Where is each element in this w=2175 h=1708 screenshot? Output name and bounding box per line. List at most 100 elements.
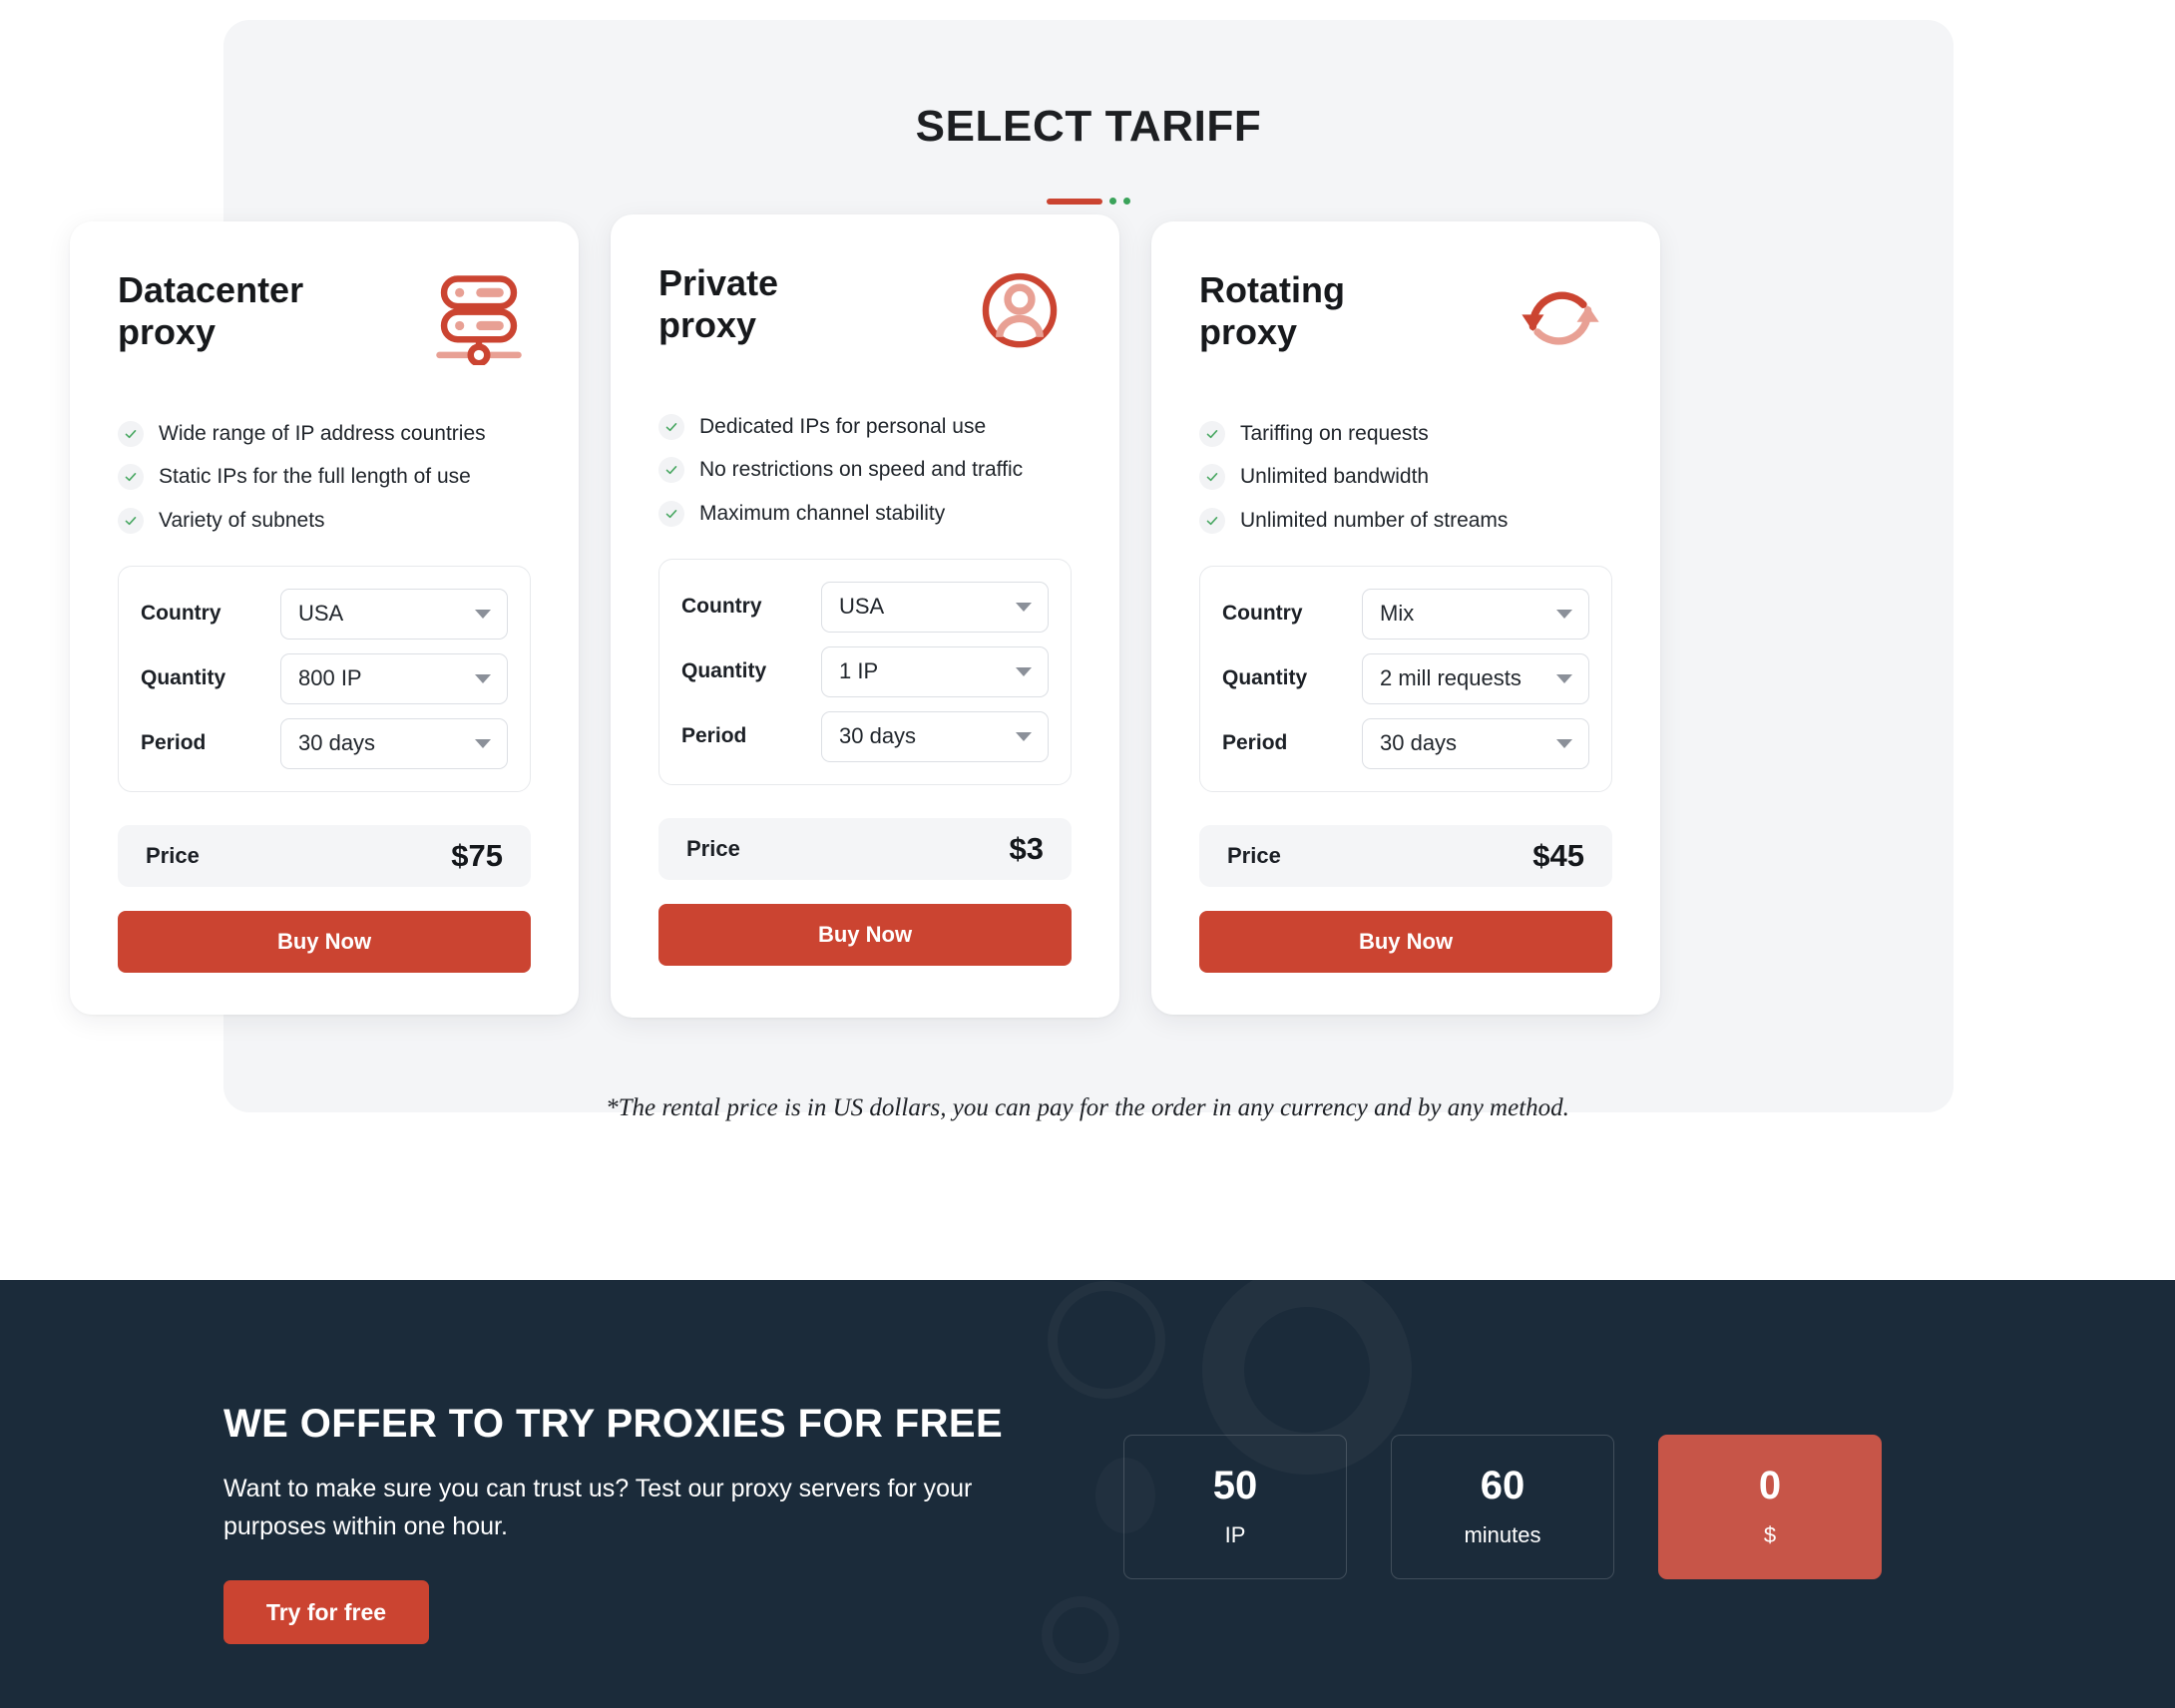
buy-now-button[interactable]: Buy Now	[658, 903, 1072, 966]
stat-unit: minutes	[1464, 1522, 1541, 1547]
feature-label: Static IPs for the full length of use	[159, 465, 471, 489]
tariff-card-rotating[interactable]: Rotating proxy Tariffing on requests Unl…	[1151, 221, 1660, 1015]
price-value: $45	[1532, 837, 1584, 873]
config-panel: Country USA Quantity 1 IP Period 30 days	[658, 558, 1072, 785]
feature-item: No restrictions on speed and traffic	[658, 457, 1072, 484]
feature-item: Static IPs for the full length of use	[118, 464, 531, 491]
country-select-value: Mix	[1380, 601, 1415, 627]
card-header: Private proxy	[658, 262, 1072, 380]
chevron-down-icon	[1556, 738, 1572, 748]
price-value: $75	[451, 837, 503, 873]
feature-label: Maximum channel stability	[699, 501, 946, 525]
feature-item: Dedicated IPs for personal use	[658, 414, 1072, 441]
config-panel: Country USA Quantity 800 IP Period 30 da…	[118, 565, 531, 792]
chevron-down-icon	[1016, 602, 1032, 612]
buy-now-button[interactable]: Buy Now	[1199, 910, 1612, 973]
feature-item: Tariffing on requests	[1199, 421, 1612, 448]
feature-list: Tariffing on requests Unlimited bandwidt…	[1199, 421, 1612, 534]
check-icon	[1199, 421, 1225, 448]
country-select[interactable]: USA	[821, 581, 1049, 633]
card-title: Rotating proxy	[1199, 269, 1345, 353]
stat-unit: $	[1763, 1522, 1777, 1547]
stat-value: 0	[1758, 1464, 1782, 1507]
period-select[interactable]: 30 days	[280, 717, 508, 769]
user-circle-icon	[968, 266, 1072, 358]
period-select[interactable]: 30 days	[1362, 717, 1589, 769]
page-root: SELECT TARIFF Datacenter proxy Wide rang…	[0, 0, 2175, 1708]
config-row-period: Period 30 days	[141, 717, 508, 769]
check-icon	[658, 500, 684, 527]
config-label: Quantity	[1222, 666, 1308, 690]
country-select[interactable]: Mix	[1362, 588, 1589, 640]
page-title: SELECT TARIFF	[915, 102, 1262, 151]
divider-dot-1	[1109, 198, 1116, 205]
feature-label: Wide range of IP address countries	[159, 422, 486, 445]
free-trial-section: WE OFFER TO TRY PROXIES FOR FREE Want to…	[0, 1280, 2175, 1708]
free-trial-title: WE OFFER TO TRY PROXIES FOR FREE	[223, 1402, 1004, 1446]
divider-dash	[1047, 198, 1102, 205]
stat-value: 50	[1212, 1464, 1258, 1507]
price-row: Price $75	[118, 824, 531, 887]
decorative-ring-small	[1042, 1596, 1119, 1674]
quantity-select[interactable]: 800 IP	[280, 652, 508, 704]
tariff-card-list: Datacenter proxy Wide range of IP addres…	[70, 214, 1660, 1018]
quantity-select-value: 2 mill requests	[1380, 665, 1522, 691]
country-select-value: USA	[298, 601, 344, 627]
stat-box-ip: 50 IP	[1123, 1435, 1347, 1579]
config-label: Period	[681, 724, 747, 748]
price-label: Price	[686, 835, 740, 861]
buy-now-button[interactable]: Buy Now	[118, 910, 531, 973]
check-icon	[1199, 507, 1225, 534]
config-row-country: Country USA	[681, 581, 1049, 633]
feature-label: Dedicated IPs for personal use	[699, 415, 987, 438]
stat-box-minutes: 60 minutes	[1391, 1435, 1614, 1579]
price-label: Price	[1227, 842, 1281, 868]
country-select-value: USA	[839, 594, 885, 620]
feature-label: Unlimited bandwidth	[1240, 465, 1430, 489]
chevron-down-icon	[475, 609, 491, 619]
config-label: Quantity	[141, 666, 226, 690]
price-label: Price	[146, 842, 200, 868]
period-select-value: 30 days	[298, 730, 376, 756]
feature-item: Wide range of IP address countries	[118, 421, 531, 448]
server-icon	[427, 273, 531, 365]
feature-label: Tariffing on requests	[1240, 422, 1429, 445]
config-row-period: Period 30 days	[1222, 717, 1589, 769]
feature-label: No restrictions on speed and traffic	[699, 458, 1024, 482]
title-divider	[1047, 198, 1130, 205]
config-label: Period	[141, 731, 207, 755]
config-row-country: Country USA	[141, 588, 508, 640]
check-icon	[658, 457, 684, 484]
feature-list: Dedicated IPs for personal use No restri…	[658, 414, 1072, 527]
tariff-card-datacenter[interactable]: Datacenter proxy Wide range of IP addres…	[70, 221, 579, 1015]
check-icon	[1199, 464, 1225, 491]
card-header: Rotating proxy	[1199, 269, 1612, 387]
config-row-quantity: Quantity 800 IP	[141, 652, 508, 704]
quantity-select[interactable]: 1 IP	[821, 645, 1049, 697]
country-select[interactable]: USA	[280, 588, 508, 640]
feature-list: Wide range of IP address countries Stati…	[118, 421, 531, 534]
feature-item: Variety of subnets	[118, 507, 531, 534]
chevron-down-icon	[1556, 609, 1572, 619]
rotate-icon	[1509, 273, 1612, 365]
price-value: $3	[1009, 830, 1044, 866]
quantity-select-value: 800 IP	[298, 665, 362, 691]
period-select[interactable]: 30 days	[821, 710, 1049, 762]
check-icon	[658, 414, 684, 441]
config-label: Quantity	[681, 659, 767, 683]
quantity-select[interactable]: 2 mill requests	[1362, 652, 1589, 704]
try-for-free-button[interactable]: Try for free	[223, 1580, 429, 1644]
feature-label: Variety of subnets	[159, 508, 325, 532]
chevron-down-icon	[475, 738, 491, 748]
config-label: Period	[1222, 731, 1288, 755]
chevron-down-icon	[1016, 666, 1032, 676]
config-label: Country	[141, 602, 221, 626]
free-trial-stats: 50 IP 60 minutes 0 $	[1123, 1435, 1882, 1579]
chevron-down-icon	[1556, 673, 1572, 683]
feature-label: Unlimited number of streams	[1240, 508, 1509, 532]
stat-box-price: 0 $	[1658, 1435, 1882, 1579]
config-row-quantity: Quantity 1 IP	[681, 645, 1049, 697]
feature-item: Unlimited number of streams	[1199, 507, 1612, 534]
tariff-card-private[interactable]: Private proxy Dedicated IPs for personal …	[611, 214, 1119, 1018]
chevron-down-icon	[475, 673, 491, 683]
